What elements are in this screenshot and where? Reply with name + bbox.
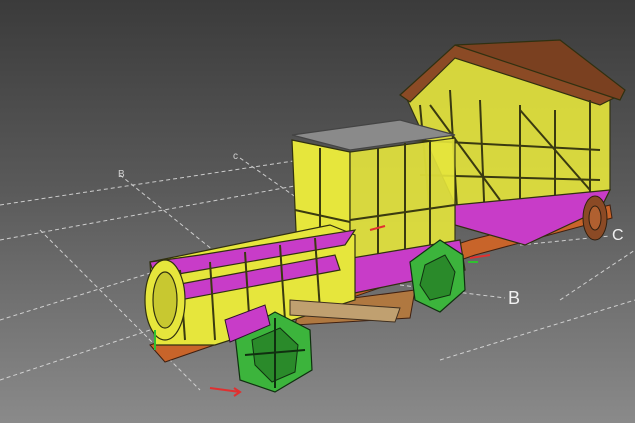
grid-label-c-right: C — [612, 227, 624, 244]
grid-label-b-top: B — [118, 169, 125, 180]
rear-wheel — [582, 195, 608, 241]
grid-label-c-top: c — [233, 151, 238, 162]
grid-label-b-right: B — [508, 288, 521, 308]
wireframe-model-scene[interactable] — [0, 0, 635, 423]
3d-viewport[interactable]: c B B C — [0, 0, 635, 423]
